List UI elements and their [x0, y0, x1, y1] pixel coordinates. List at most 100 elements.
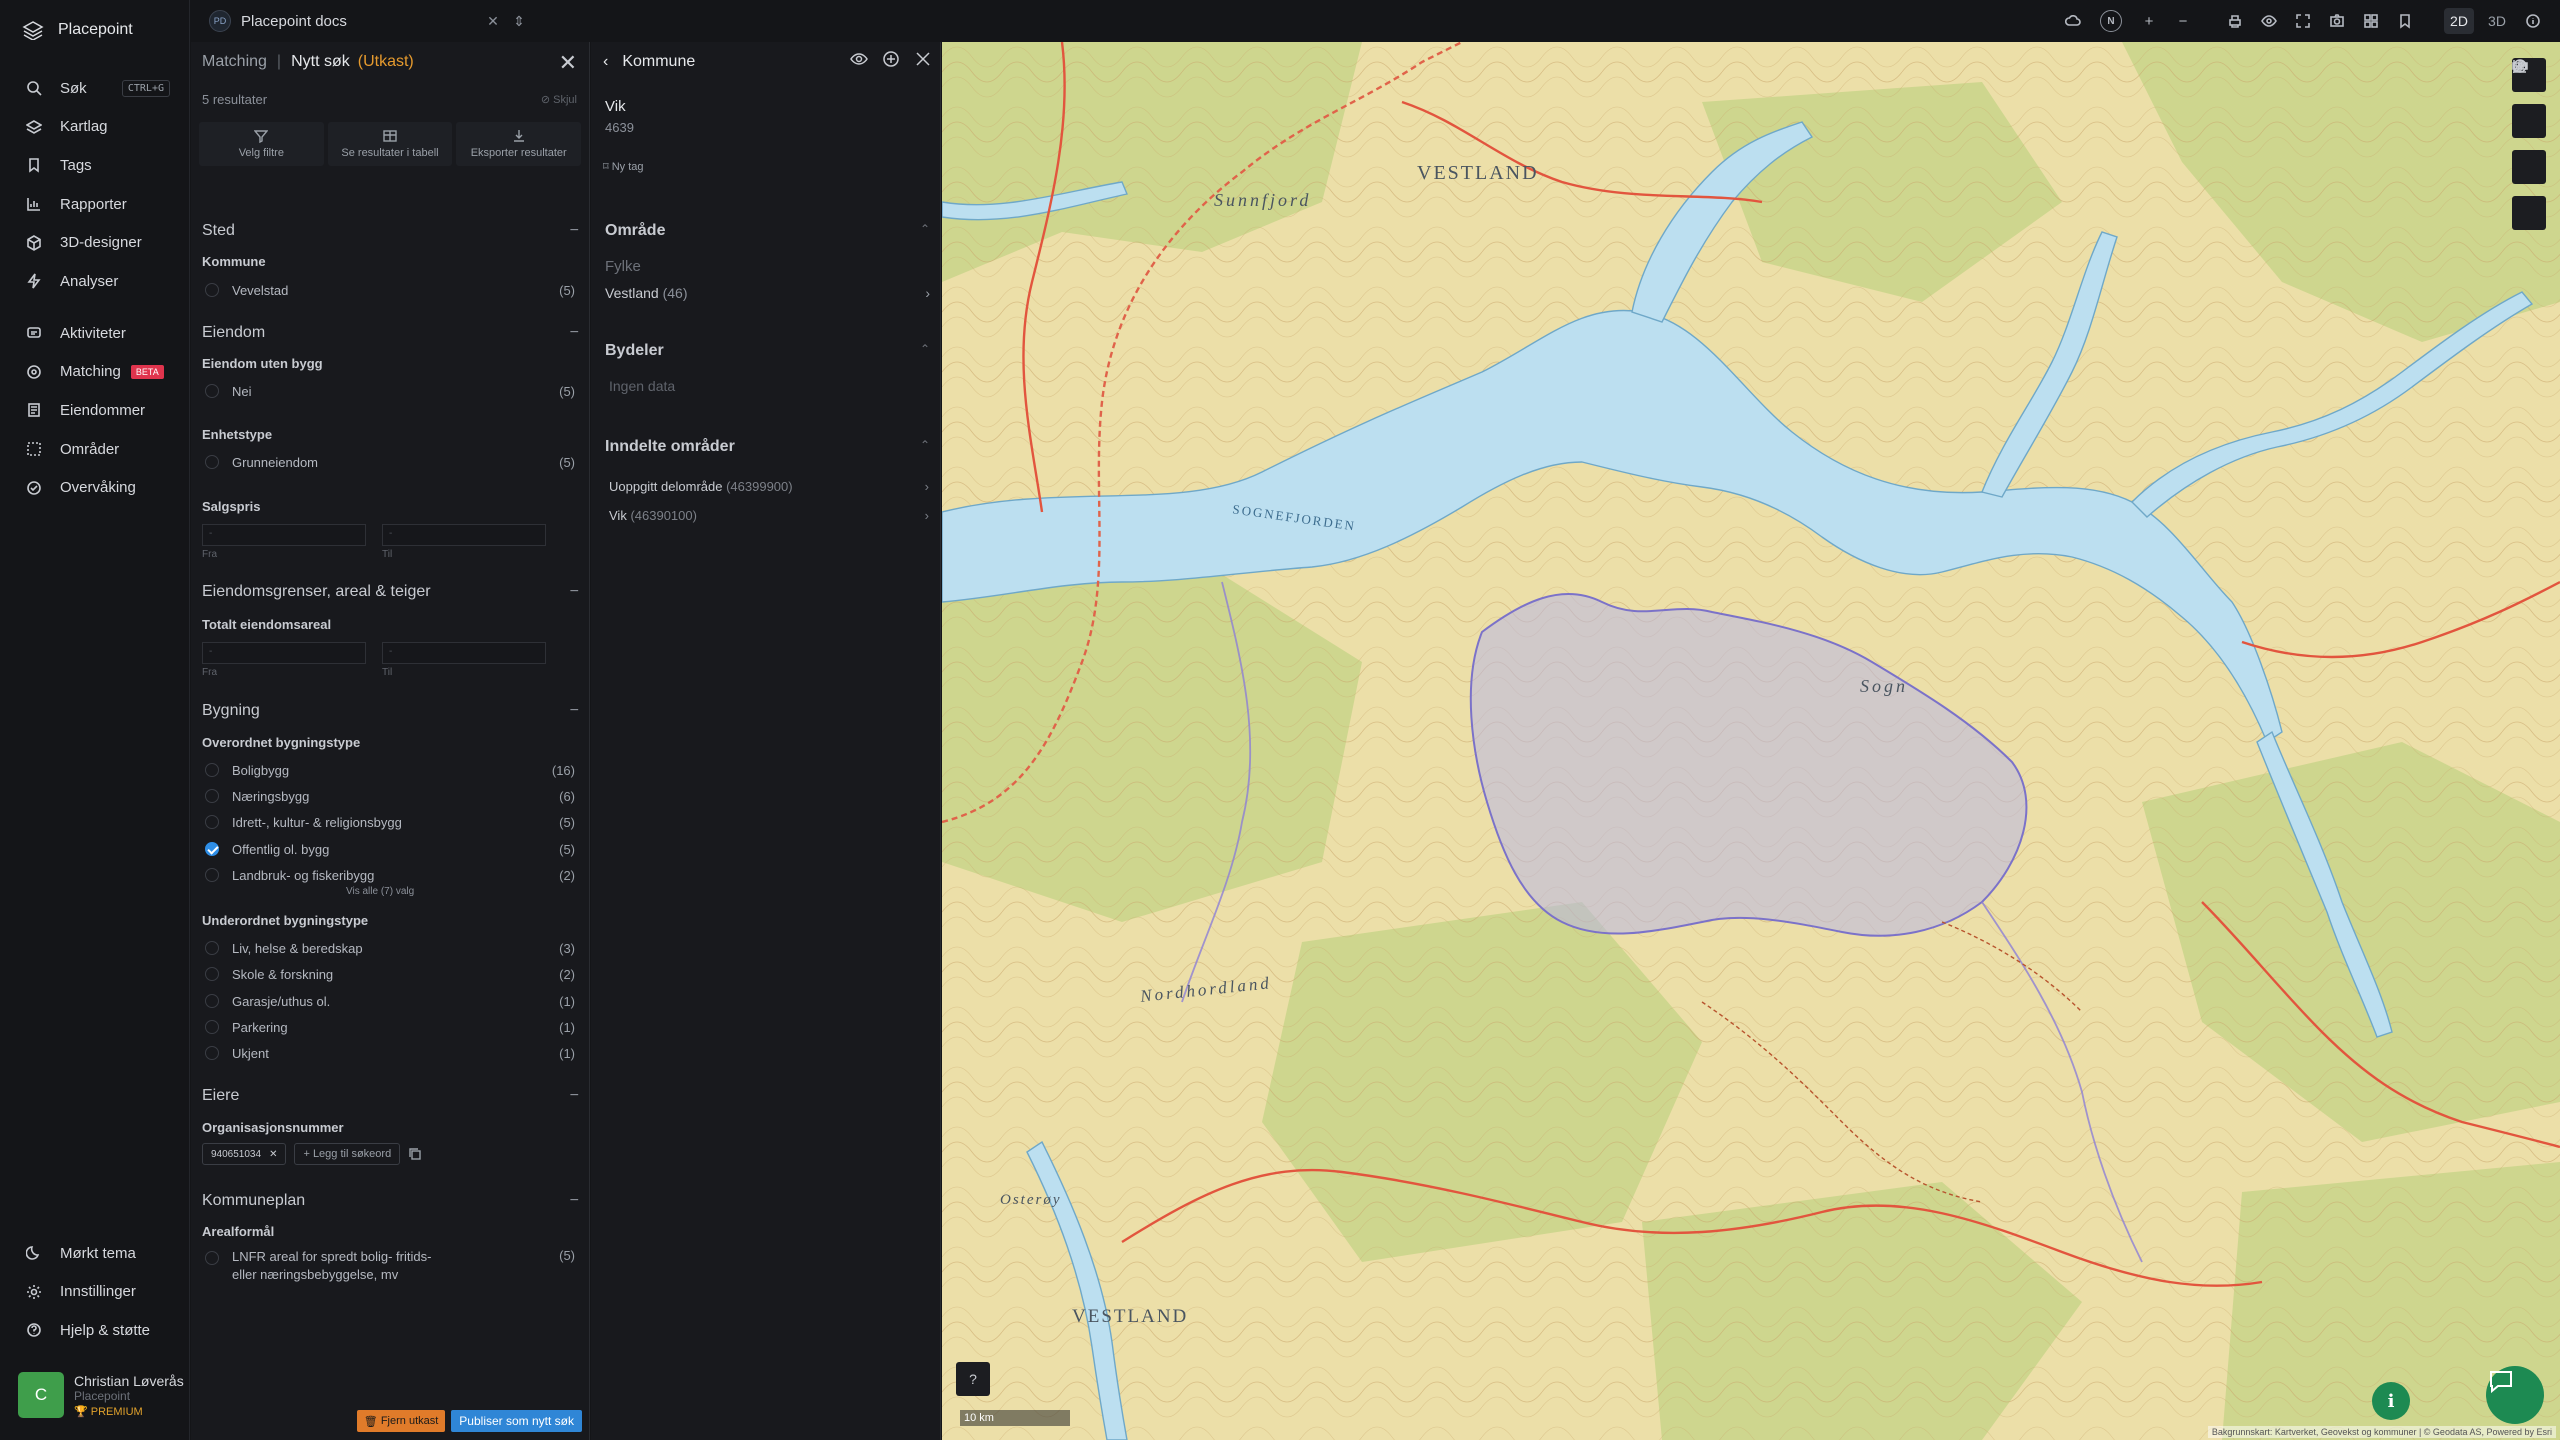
filter-option[interactable]: Skole & forskning (2) [205, 964, 575, 984]
filter-option[interactable]: Vevelstad (5) [205, 280, 575, 300]
checkbox[interactable] [205, 384, 219, 398]
remove-chip-icon[interactable]: ✕ [269, 1149, 277, 1160]
fullscreen-icon[interactable] [2290, 8, 2316, 34]
section-grenser[interactable]: Eiendomsgrenser, areal & teiger − [202, 583, 579, 601]
map-canvas[interactable]: VESTLAND Sunnfjord SOGNEFJORDEN Sogn Nor… [942, 42, 2560, 1440]
sidebar-item-dark-theme[interactable]: Mørkt tema [0, 1234, 190, 1273]
sidebar-item-omrader[interactable]: Områder [0, 430, 190, 469]
filter-option[interactable]: Offentlig ol. bygg (5) [205, 839, 575, 859]
section-inndelte[interactable]: Inndelte områder ⌃ [605, 438, 930, 456]
brand[interactable]: Placepoint [22, 20, 133, 40]
chevron-up-icon[interactable]: ⌃ [920, 222, 930, 240]
clear-workspace-icon[interactable]: ✕ [485, 13, 501, 30]
show-all-link[interactable]: Vis alle (7) valg [346, 886, 414, 897]
remove-draft-button[interactable]: 🗑 Fjern utkast [356, 1410, 446, 1432]
bookmark-icon[interactable] [2392, 8, 2418, 34]
back-icon[interactable]: ‹ [603, 53, 608, 71]
filter-option[interactable]: LNFR areal for spredt bolig- fritids-ell… [205, 1248, 575, 1286]
filter-option[interactable]: Næringsbygg (6) [205, 786, 575, 806]
filter-option[interactable]: Idrett-, kultur- & religionsbygg (5) [205, 812, 575, 832]
sidebar-item-eiendommer[interactable]: Eiendommer [0, 391, 190, 430]
sidebar-item-kartlag[interactable]: Kartlag [0, 108, 190, 147]
chevron-updown-icon[interactable]: ⇕ [511, 13, 527, 30]
sidebar-item-analyser[interactable]: Analyser [0, 262, 190, 301]
eye-icon[interactable] [2256, 8, 2282, 34]
areal-from-input[interactable]: - [202, 642, 366, 664]
checkbox[interactable] [205, 789, 219, 803]
select-filters-button[interactable]: Velg filtre [199, 122, 324, 166]
subarea-row[interactable]: Uoppgitt delområde (46399900) › [609, 479, 929, 494]
collapse-icon[interactable]: − [570, 702, 579, 720]
sidebar-item-settings[interactable]: Innstillinger [0, 1273, 190, 1312]
compass-button[interactable]: N [2100, 10, 2122, 32]
checkbox[interactable] [205, 994, 219, 1008]
filter-option[interactable]: Landbruk- og fiskeribygg (2) [205, 865, 575, 885]
breadcrumb-matching[interactable]: Matching [202, 53, 267, 71]
measure-button[interactable] [2512, 62, 2546, 138]
filter-option[interactable]: Grunneiendom (5) [205, 452, 575, 472]
publish-search-button[interactable]: Publiser som nytt søk [451, 1410, 582, 1432]
new-tag-button[interactable]: ⌑ Ny tag [603, 160, 644, 173]
checkbox[interactable] [205, 1046, 219, 1060]
checkbox[interactable] [205, 868, 219, 882]
section-bygning[interactable]: Bygning − [202, 702, 579, 720]
collapse-icon[interactable]: − [570, 583, 579, 601]
checkbox[interactable] [205, 941, 219, 955]
areal-to-input[interactable]: - [382, 642, 546, 664]
section-bydeler[interactable]: Bydeler ⌃ [605, 342, 930, 360]
section-omrade[interactable]: Område ⌃ [605, 222, 930, 240]
close-icon[interactable] [914, 50, 932, 68]
checkbox[interactable] [205, 283, 219, 297]
filter-option[interactable]: Ukjent (1) [205, 1043, 575, 1063]
user-profile[interactable]: C Christian Løverås Placepoint 🏆 PREMIUM [18, 1372, 184, 1418]
cloud-icon[interactable] [2060, 8, 2086, 34]
section-eiendom[interactable]: Eiendom − [202, 324, 579, 342]
checkbox[interactable] [205, 967, 219, 981]
zoom-in-button[interactable]: + [2136, 8, 2162, 34]
collapse-icon[interactable]: − [570, 324, 579, 342]
eye-icon[interactable] [850, 50, 868, 68]
checkbox[interactable] [205, 455, 219, 469]
camera-icon[interactable] [2324, 8, 2350, 34]
section-sted[interactable]: Sted − [202, 222, 579, 240]
collapse-icon[interactable]: − [570, 1087, 579, 1105]
chevron-up-icon[interactable]: ⌃ [920, 438, 930, 456]
sidebar-item-tags[interactable]: Tags [0, 146, 190, 185]
zoom-out-button[interactable]: − [2170, 8, 2196, 34]
chevron-up-icon[interactable]: ⌃ [920, 342, 930, 360]
sidebar-item-matching[interactable]: Matching BETA [0, 353, 190, 392]
checkbox-checked[interactable] [205, 842, 219, 856]
collapse-icon[interactable]: − [570, 1192, 579, 1210]
filter-option[interactable]: Boligbygg (16) [205, 760, 575, 780]
sidebar-item-sok[interactable]: Søk CTRL+G [0, 69, 190, 108]
mode-2d-button[interactable]: 2D [2444, 8, 2474, 34]
sidebar-item-3d-designer[interactable]: 3D-designer [0, 223, 190, 262]
hide-button[interactable]: ⊘ Skjul [541, 93, 577, 106]
sidebar-item-help[interactable]: Hjelp & støtte [0, 1311, 190, 1350]
section-kommuneplan[interactable]: Kommuneplan − [202, 1192, 579, 1210]
mode-3d-button[interactable]: 3D [2482, 8, 2512, 34]
checkbox[interactable] [205, 1020, 219, 1034]
sidebar-item-aktiviteter[interactable]: Aktiviteter [0, 314, 190, 353]
chat-button[interactable] [2486, 1366, 2544, 1424]
sidebar-item-rapporter[interactable]: Rapporter [0, 185, 190, 224]
subarea-row[interactable]: Vik (46390100) › [609, 508, 929, 523]
info-button[interactable]: i [2372, 1382, 2410, 1420]
map-help-button[interactable]: ? [956, 1362, 990, 1396]
salgspris-to-input[interactable]: - [382, 524, 546, 546]
filter-option[interactable]: Nei (5) [205, 381, 575, 401]
section-eiere[interactable]: Eiere − [202, 1087, 579, 1105]
export-results-button[interactable]: Eksporter resultater [456, 122, 582, 166]
add-circle-icon[interactable] [882, 50, 900, 68]
draw-button[interactable] [2512, 59, 2546, 230]
workspace-select[interactable]: PD Placepoint docs ✕ ⇕ [203, 6, 533, 36]
salgspris-from-input[interactable]: - [202, 524, 366, 546]
checkbox[interactable] [205, 815, 219, 829]
filter-option[interactable]: Garasje/uthus ol. (1) [205, 991, 575, 1011]
filter-option[interactable]: Liv, helse & beredskap (3) [205, 938, 575, 958]
filter-option[interactable]: Parkering (1) [205, 1017, 575, 1037]
checkbox[interactable] [205, 763, 219, 777]
view-table-button[interactable]: Se resultater i tabell [327, 122, 453, 166]
copy-icon[interactable] [408, 1147, 422, 1161]
profile-button[interactable] [2512, 60, 2546, 184]
